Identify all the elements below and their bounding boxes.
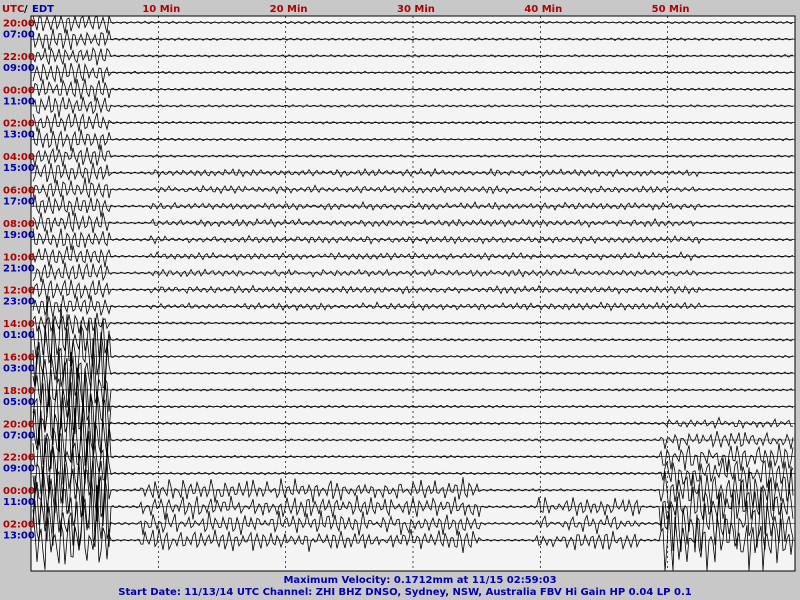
seismogram-chart: 20:0007:0022:0009:0000:0011:0002:0013:00…: [0, 0, 800, 600]
minute-tick-label: 30 Min: [397, 4, 435, 15]
row-label-local: 23:00: [3, 297, 35, 308]
row-label-utc: 00:00: [3, 85, 35, 96]
header-local-label: EDT: [32, 4, 54, 15]
row-label-utc: 12:00: [3, 286, 35, 297]
row-label-utc: 10:00: [3, 252, 35, 263]
row-label-local: 03:00: [3, 364, 35, 375]
minute-tick-label: 40 Min: [524, 4, 562, 15]
row-label-local: 09:00: [3, 464, 35, 475]
minute-tick-label: 20 Min: [270, 4, 308, 15]
row-label-utc: 02:00: [3, 520, 35, 531]
row-label-local: 21:00: [3, 263, 35, 274]
header-separator: /: [24, 4, 28, 15]
row-label-utc: 02:00: [3, 119, 35, 130]
row-label-utc: 20:00: [3, 19, 35, 30]
row-label-local: 13:00: [3, 130, 35, 141]
row-label-local: 07:00: [3, 430, 35, 441]
row-label-utc: 20:00: [3, 419, 35, 430]
row-label-utc: 04:00: [3, 152, 35, 163]
row-label-local: 11:00: [3, 497, 35, 508]
row-label-utc: 22:00: [3, 453, 35, 464]
row-label-local: 19:00: [3, 230, 35, 241]
row-label-utc: 00:00: [3, 486, 35, 497]
footer-channel-info: Start Date: 11/13/14 UTC Channel: ZHI BH…: [118, 587, 691, 598]
footer-max-velocity: Maximum Velocity: 0.1712mm at 11/15 02:5…: [283, 575, 556, 586]
row-label-utc: 16:00: [3, 353, 35, 364]
row-label-utc: 22:00: [3, 52, 35, 63]
minute-tick-label: 10 Min: [142, 4, 180, 15]
row-label-local: 13:00: [3, 531, 35, 542]
row-label-local: 11:00: [3, 96, 35, 107]
row-label-utc: 14:00: [3, 319, 35, 330]
row-label-local: 15:00: [3, 163, 35, 174]
row-label-local: 01:00: [3, 330, 35, 341]
header-utc-label: UTC: [2, 4, 24, 15]
row-label-local: 07:00: [3, 30, 35, 41]
row-label-local: 17:00: [3, 197, 35, 208]
row-label-utc: 06:00: [3, 186, 35, 197]
row-label-local: 05:00: [3, 397, 35, 408]
row-label-local: 09:00: [3, 63, 35, 74]
row-label-utc: 18:00: [3, 386, 35, 397]
minute-tick-label: 50 Min: [652, 4, 690, 15]
row-label-utc: 08:00: [3, 219, 35, 230]
